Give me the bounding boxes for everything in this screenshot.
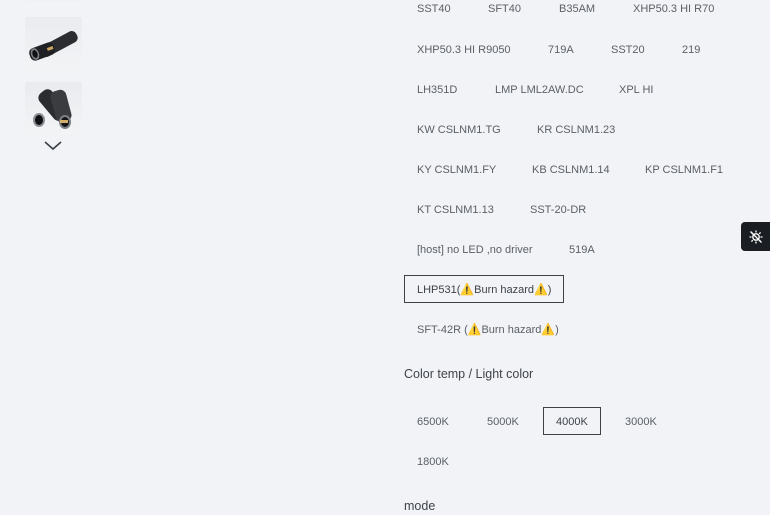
option-label: SFT-42R ( [417, 324, 468, 336]
color-temp-option[interactable]: 5000K [474, 407, 532, 435]
warning-icon: ⚠️ [467, 324, 482, 336]
color-temp-option[interactable]: 6500K [404, 407, 462, 435]
accessibility-button[interactable] [741, 222, 770, 251]
option-label: ) [555, 324, 559, 336]
option-label: LHP531( [417, 284, 461, 296]
mode-heading: mode [404, 499, 436, 513]
led-option[interactable]: KW CSLNM1.TG [404, 115, 514, 143]
product-thumbnail[interactable] [25, 17, 82, 70]
led-option[interactable]: 719A [535, 35, 587, 63]
warning-icon: ⚠️ [534, 284, 548, 296]
product-thumbnail[interactable] [25, 0, 82, 5]
led-option[interactable]: KP CSLNM1.F1 [632, 155, 736, 183]
led-option[interactable]: [host] no LED ,no driver [404, 235, 546, 263]
led-option[interactable]: XHP50.3 HI R9050 [404, 35, 524, 63]
option-label: Burn hazard [474, 284, 535, 296]
led-option[interactable]: LMP LML2AW.DC [482, 75, 597, 103]
led-option[interactable]: XPL HI [606, 75, 666, 103]
color-temp-option-selected[interactable]: 4000K [543, 407, 601, 435]
thumbnail-gallery [25, 0, 82, 147]
led-option[interactable]: KB CSLNM1.14 [519, 155, 623, 183]
color-temp-option[interactable]: 3000K [612, 407, 670, 435]
led-option[interactable]: KY CSLNM1.FY [404, 155, 509, 183]
led-option-selected[interactable]: LHP531(⚠️Burn hazard⚠️) [404, 275, 565, 303]
led-option[interactable]: KR CSLNM1.23 [524, 115, 628, 143]
led-option[interactable]: SFT-42R (⚠️Burn hazard⚠️) [404, 315, 572, 343]
led-option[interactable]: KT CSLNM1.13 [404, 195, 507, 223]
led-option[interactable]: XHP50.3 HI R70 [620, 0, 727, 22]
led-option[interactable]: LH351D [404, 75, 470, 103]
led-option[interactable]: 519A [556, 235, 608, 263]
warning-icon: ⚠️ [541, 324, 556, 336]
led-option[interactable]: B35AM [546, 0, 608, 22]
led-option[interactable]: SST40 [404, 0, 464, 22]
color-temp-option[interactable]: 1800K [404, 447, 462, 475]
option-label: ) [547, 284, 552, 296]
accessibility-icon [749, 230, 762, 243]
color-temp-heading: Color temp / Light color [404, 367, 534, 381]
warning-icon: ⚠️ [460, 284, 475, 296]
led-option[interactable]: 219 [669, 35, 713, 63]
chevron-down-icon[interactable] [43, 140, 63, 152]
led-option[interactable]: SST20 [598, 35, 658, 63]
option-label: Burn hazard [481, 324, 542, 336]
led-option[interactable]: SST-20-DR [517, 195, 599, 223]
led-option[interactable]: SFT40 [475, 0, 534, 22]
product-thumbnail[interactable] [25, 82, 82, 135]
